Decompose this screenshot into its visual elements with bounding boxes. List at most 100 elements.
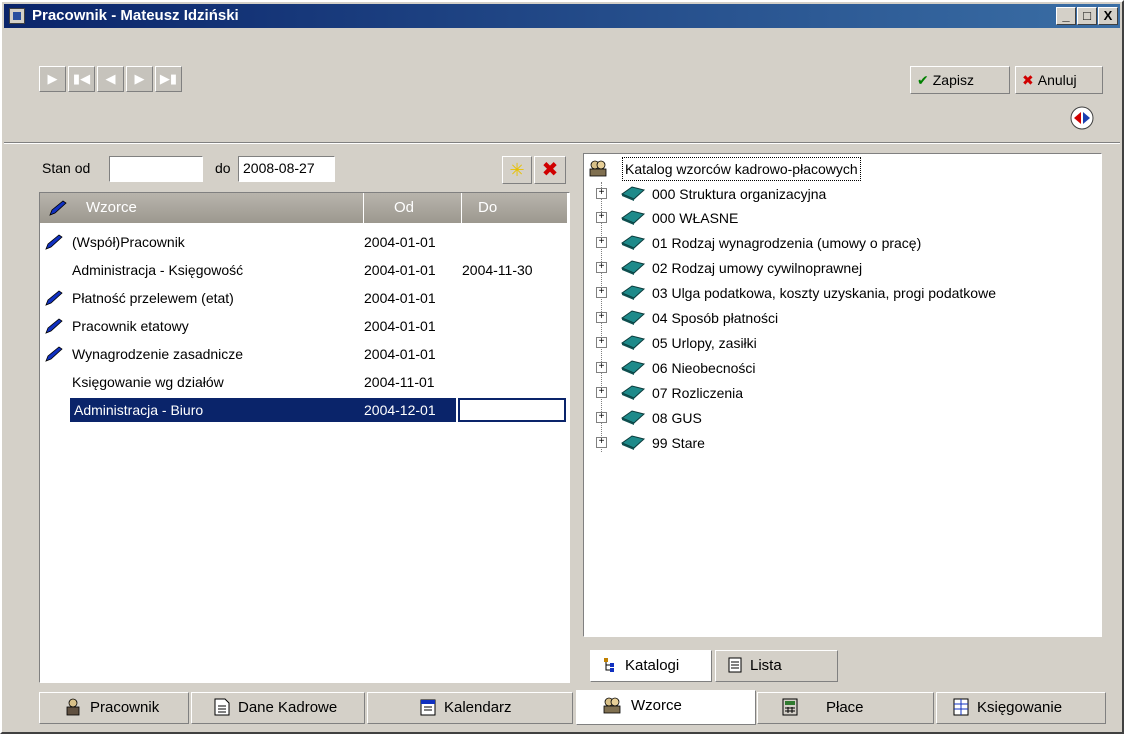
- nav-next-icon[interactable]: ▶: [126, 66, 153, 92]
- row-to-edit-input[interactable]: [458, 398, 566, 422]
- table-row[interactable]: Płatność przelewem (etat) 2004-01-01: [40, 284, 569, 312]
- book-icon: [620, 260, 646, 275]
- pencil-icon: [45, 318, 63, 334]
- to-label: do: [215, 160, 231, 176]
- minimize-button[interactable]: _: [1056, 7, 1076, 25]
- table-row[interactable]: Pracownik etatowy 2004-01-01: [40, 312, 569, 340]
- row-from: 2004-12-01: [364, 402, 436, 418]
- nav-prev-icon[interactable]: ◀: [97, 66, 124, 92]
- row-name: Pracownik etatowy: [72, 318, 189, 334]
- tab-lista[interactable]: Lista: [715, 650, 838, 682]
- switch-arrows-icon[interactable]: [1070, 106, 1094, 130]
- nav-first-icon[interactable]: ▮◀: [68, 66, 95, 92]
- nav-last-icon[interactable]: ▶▮: [155, 66, 182, 92]
- row-from: 2004-01-01: [364, 318, 436, 334]
- people-icon: [603, 697, 621, 713]
- employee-window: Pracownik - Mateusz Idziński _ □ X ▶ ▮◀ …: [0, 0, 1124, 734]
- row-from: 2004-11-01: [364, 374, 435, 390]
- tree-item-label: 02 Rodzaj umowy cywilnoprawnej: [652, 260, 863, 276]
- expand-plus-icon[interactable]: +: [596, 312, 607, 323]
- maximize-button[interactable]: □: [1077, 7, 1097, 25]
- tab-place-label: Płace: [826, 699, 864, 716]
- tree-item-label: 03 Ulga podatkowa, koszty uzyskania, pro…: [652, 285, 996, 301]
- tree-item-label: 000 Struktura organizacyjna: [652, 186, 827, 202]
- tab-dane-kadrowe[interactable]: Dane Kadrowe: [191, 692, 365, 724]
- expand-plus-icon[interactable]: +: [596, 362, 607, 373]
- book-icon: [620, 435, 646, 450]
- tab-pracownik[interactable]: Pracownik: [39, 692, 189, 724]
- tree-item-label: 99 Stare: [652, 435, 705, 451]
- from-date-input[interactable]: [109, 156, 203, 182]
- expand-plus-icon[interactable]: +: [596, 237, 607, 248]
- catalog-panel: Katalog wzorców kadrowo-płacowych + 000 …: [583, 153, 1102, 683]
- expand-plus-icon[interactable]: +: [596, 387, 607, 398]
- expand-plus-icon[interactable]: +: [596, 412, 607, 423]
- to-date-input[interactable]: 2008-08-27: [238, 156, 335, 182]
- book-icon: [620, 310, 646, 325]
- save-button[interactable]: ✔ Zapisz: [910, 66, 1010, 94]
- column-header-od[interactable]: Od: [364, 193, 461, 223]
- add-star-icon[interactable]: ✳: [502, 156, 532, 184]
- column-header-wzorce[interactable]: Wzorce: [40, 193, 363, 223]
- expand-plus-icon[interactable]: +: [596, 287, 607, 298]
- nav-new-icon[interactable]: ▶: [39, 66, 66, 92]
- separator: [4, 142, 1120, 144]
- tab-dane-kadrowe-label: Dane Kadrowe: [238, 699, 338, 716]
- book-icon: [620, 410, 646, 425]
- table-row[interactable]: Wynagrodzenie zasadnicze 2004-01-01: [40, 340, 569, 368]
- table-row-selected[interactable]: Administracja - Biuro 2004-12-01: [40, 396, 569, 424]
- tab-kalendarz[interactable]: Kalendarz: [367, 692, 573, 724]
- book-icon: [620, 360, 646, 375]
- title-bar[interactable]: Pracownik - Mateusz Idziński _ □ X: [4, 4, 1120, 28]
- row-from: 2004-01-01: [364, 290, 436, 306]
- column-label-do: Do: [478, 199, 498, 216]
- calendar-icon: [420, 699, 436, 716]
- tree-item-label: 06 Nieobecności: [652, 360, 756, 376]
- column-header-do[interactable]: Do: [462, 193, 567, 223]
- tab-wzorce-label: Wzorce: [631, 697, 682, 714]
- person-icon: [66, 698, 80, 715]
- tree-item-label: 01 Rodzaj wynagrodzenia (umowy o pracę): [652, 235, 922, 251]
- tab-ksiegowanie[interactable]: Księgowanie: [936, 692, 1106, 724]
- tab-kalendarz-label: Kalendarz: [444, 699, 512, 716]
- table-row[interactable]: Księgowanie wg działów 2004-11-01: [40, 368, 569, 396]
- expand-plus-icon[interactable]: +: [596, 337, 607, 348]
- row-from: 2004-01-01: [364, 346, 436, 362]
- expand-plus-icon[interactable]: +: [596, 262, 607, 273]
- tab-place[interactable]: Płace: [757, 692, 934, 724]
- cancel-button[interactable]: ✖ Anuluj: [1015, 66, 1103, 94]
- table-row[interactable]: Administracja - Księgowość 2004-01-01 20…: [40, 256, 569, 284]
- tab-wzorce[interactable]: Wzorce: [576, 690, 756, 725]
- row-name: Administracja - Biuro: [74, 402, 204, 418]
- book-icon: [620, 385, 646, 400]
- row-to: 2004-11-30: [462, 262, 533, 278]
- row-name: Płatność przelewem (etat): [72, 290, 234, 306]
- tree-item-label: 08 GUS: [652, 410, 702, 426]
- row-from: 2004-01-01: [364, 234, 436, 250]
- tab-pracownik-label: Pracownik: [90, 699, 160, 716]
- tree-item-label: 000 WŁASNE: [652, 210, 739, 226]
- book-icon: [620, 285, 646, 300]
- window-icon: [9, 8, 25, 24]
- row-name: (Współ)Pracownik: [72, 234, 185, 250]
- book-icon: [620, 186, 646, 201]
- templates-grid: Wzorce Od Do (Współ)Pracownik 2004-01-01…: [39, 192, 570, 683]
- table-row[interactable]: (Współ)Pracownik 2004-01-01: [40, 228, 569, 256]
- tree-item-label: 04 Sposób płatności: [652, 310, 779, 326]
- check-icon: ✔: [917, 72, 929, 88]
- pencil-icon: [49, 200, 67, 216]
- delete-x-icon[interactable]: ✖: [534, 156, 566, 184]
- expand-plus-icon[interactable]: +: [596, 188, 607, 199]
- book-icon: [620, 235, 646, 250]
- row-name: Wynagrodzenie zasadnicze: [72, 346, 244, 362]
- book-icon: [620, 210, 646, 225]
- expand-plus-icon[interactable]: +: [596, 212, 607, 223]
- list-icon: [728, 657, 742, 673]
- tree-icon: [604, 657, 614, 672]
- row-name: Administracja - Księgowość: [72, 262, 244, 278]
- tab-katalogi[interactable]: Katalogi: [590, 650, 712, 682]
- tree-root-label: Katalog wzorców kadrowo-płacowych: [622, 157, 861, 181]
- close-button[interactable]: X: [1098, 7, 1118, 25]
- pencil-icon: [45, 290, 63, 306]
- expand-plus-icon[interactable]: +: [596, 437, 607, 448]
